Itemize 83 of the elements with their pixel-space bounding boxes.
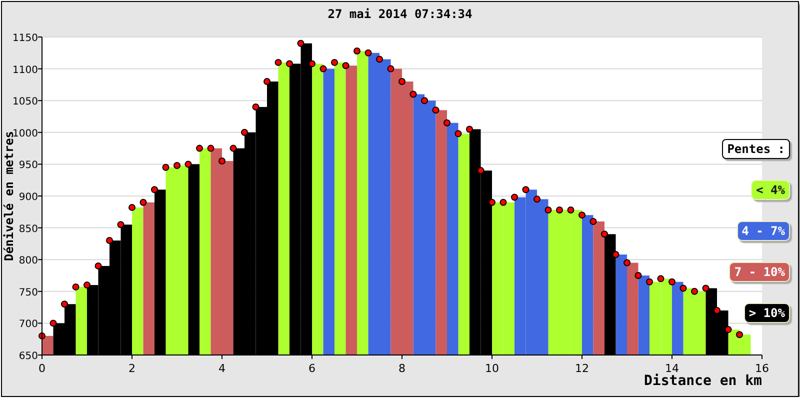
elevation-marker (657, 275, 664, 282)
legend-item: > 10% (744, 303, 790, 323)
y-tick-label: 1150 (12, 33, 38, 44)
x-tick-label: 6 (308, 362, 316, 375)
elevation-marker (207, 144, 214, 152)
x-tick-label: 14 (665, 362, 679, 375)
elevation-marker (106, 237, 113, 244)
elevation-marker (634, 272, 642, 279)
y-tick-label: 850 (18, 224, 38, 235)
elevation-marker (410, 90, 417, 98)
legend-title: Pentes : (722, 139, 790, 159)
y-tick-label: 900 (18, 192, 38, 203)
elevation-marker (84, 282, 90, 289)
y-tick-label: 1000 (12, 128, 38, 140)
y-tick-label: 1100 (12, 64, 38, 76)
elevation-marker (162, 164, 170, 171)
elevation-marker (364, 49, 372, 56)
elevation-marker (544, 206, 552, 214)
elevation-marker (522, 186, 530, 194)
elevation-marker (578, 212, 586, 219)
elevation-marker (736, 331, 743, 338)
elevation-marker (286, 60, 293, 68)
legend-item: 4 - 7% (736, 221, 790, 241)
x-tick-label: 4 (218, 362, 226, 375)
elevation-marker (117, 221, 124, 228)
elevation-marker (94, 262, 102, 270)
elevation-marker (702, 284, 710, 292)
y-tick-label: 950 (18, 160, 38, 172)
y-tick-label: 700 (18, 319, 38, 330)
elevation-marker (567, 206, 574, 214)
elevation-marker (140, 198, 147, 206)
elevation-marker (624, 259, 630, 266)
elevation-marker (612, 251, 620, 258)
elevation-marker (500, 198, 507, 206)
elevation-marker (50, 320, 57, 327)
x-axis-title: Distance en km (644, 373, 762, 389)
elevation-marker (590, 218, 597, 225)
elevation-marker (534, 196, 540, 203)
elevation-bar (87, 285, 98, 355)
elevation-bar (694, 291, 706, 355)
elevation-marker (691, 288, 698, 295)
elevation-marker (241, 128, 248, 136)
elevation-marker (680, 284, 687, 292)
elevation-marker (376, 56, 383, 63)
elevation-marker (320, 65, 327, 72)
elevation-marker (218, 158, 226, 165)
elevation-marker (432, 106, 440, 114)
elevation-marker (61, 300, 68, 308)
elevation-marker (230, 144, 237, 152)
y-tick-label: 650 (18, 351, 38, 362)
y-tick-label: 750 (18, 287, 38, 298)
x-tick-label: 2 (128, 362, 136, 375)
elevation-marker (398, 78, 406, 86)
x-tick-label: 8 (398, 362, 406, 375)
x-tick-label: 12 (575, 362, 589, 375)
elevation-marker (308, 60, 316, 68)
elevation-marker (444, 119, 450, 126)
chart-title: 27 mai 2014 07:34:34 (328, 7, 472, 23)
elevation-marker (421, 97, 428, 104)
y-tick-label: 1050 (12, 96, 38, 108)
elevation-marker (264, 78, 270, 86)
elevation-marker (668, 278, 676, 286)
elevation-marker (454, 130, 462, 138)
elevation-marker (184, 160, 192, 168)
elevation-marker (151, 186, 158, 194)
elevation-marker (466, 126, 473, 133)
x-tick-label: 0 (38, 362, 46, 375)
elevation-marker (387, 65, 394, 72)
elevation-bar (740, 334, 751, 355)
elevation-marker (196, 144, 203, 152)
legend-item: < 4% (751, 180, 790, 200)
elevation-marker (646, 278, 653, 286)
elevation-marker (511, 194, 518, 201)
elevation-marker (342, 62, 350, 70)
elevation-marker (252, 103, 260, 110)
elevation-marker (297, 40, 304, 47)
x-tick-label: 10 (485, 362, 499, 375)
y-tick-label: 800 (18, 256, 38, 267)
elevation-marker (72, 283, 80, 290)
elevation-marker (601, 230, 608, 238)
x-tick-label: 16 (755, 362, 769, 375)
elevation-marker (274, 58, 282, 66)
legend-item: 7 - 10% (729, 262, 790, 282)
